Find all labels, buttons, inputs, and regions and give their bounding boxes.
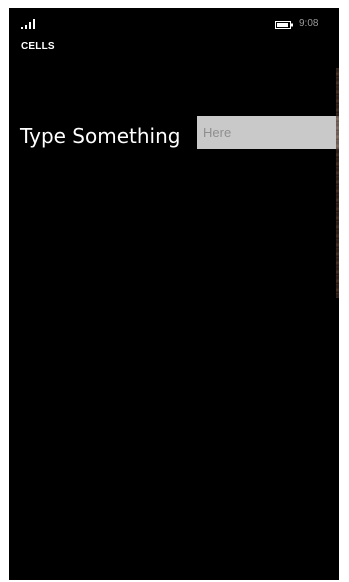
text-input[interactable] bbox=[197, 116, 339, 149]
status-time: 9:08 bbox=[299, 18, 319, 29]
app-title: CELLS bbox=[21, 41, 55, 52]
phone-screen: 9:08 CELLS Type Something bbox=[9, 8, 339, 580]
edge-artifact bbox=[336, 68, 339, 298]
field-label: Type Something bbox=[20, 124, 181, 148]
signal-strength-icon bbox=[21, 19, 35, 29]
status-bar: 9:08 bbox=[9, 8, 339, 36]
battery-icon bbox=[275, 21, 293, 29]
